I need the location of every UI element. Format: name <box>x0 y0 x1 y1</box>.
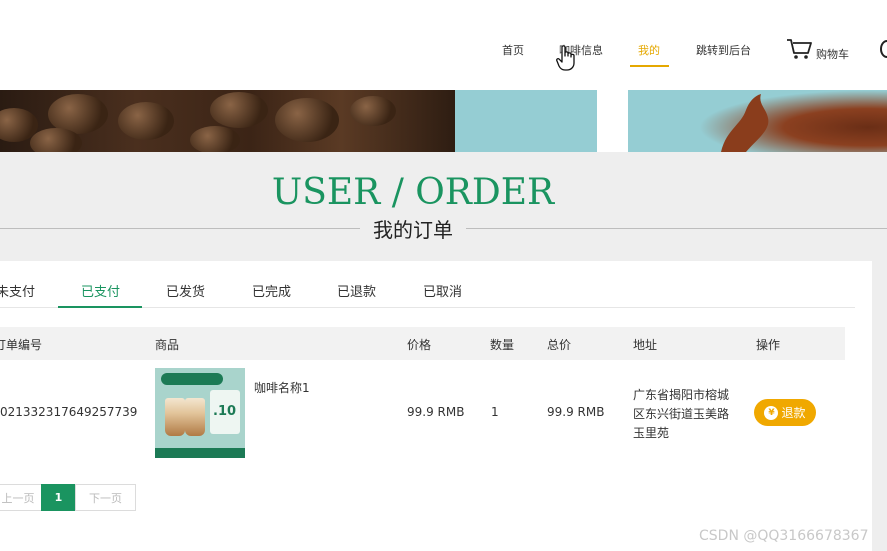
page-title-cn: 我的订单 <box>360 214 466 243</box>
nav-admin[interactable]: 跳转到后台 <box>696 42 751 58</box>
product-thumbnail[interactable]: .10 <box>155 368 245 458</box>
user-icon[interactable] <box>880 40 887 58</box>
thumbnail-badge: .10 <box>213 404 237 419</box>
top-navbar: 首页 咖啡信息 我的 跳转到后台 购物车 <box>0 0 887 90</box>
hand-cursor-icon <box>556 45 576 75</box>
watermark: CSDN @QQ3166678367 <box>699 528 869 544</box>
refund-button[interactable]: ¥ 退款 <box>754 399 816 426</box>
banner-teal-panel <box>455 90 597 152</box>
col-price: 价格 <box>407 338 432 352</box>
total: 99.9 RMB <box>547 405 605 419</box>
tab-shipped[interactable]: 已发货 <box>166 281 205 300</box>
nav-mine[interactable]: 我的 <box>638 42 660 58</box>
title-divider-right <box>466 228 887 229</box>
page-root: 首页 咖啡信息 我的 跳转到后台 购物车 USER / ORDER 我的订单 未… <box>0 0 887 551</box>
coffee-beans-image <box>0 90 455 152</box>
col-total: 总价 <box>547 338 572 352</box>
title-divider-left <box>0 228 360 229</box>
next-page-button[interactable]: 下一页 <box>75 484 136 511</box>
cart-icon <box>786 38 812 64</box>
chocolate-splash-image <box>628 90 887 152</box>
cart-label: 购物车 <box>816 48 849 61</box>
col-quantity: 数量 <box>490 338 515 352</box>
table-header: 订单编号 商品 价格 数量 总价 地址 操作 <box>0 327 845 360</box>
address: 广东省揭阳市榕城区东兴街道玉美路玉里苑 <box>633 388 730 440</box>
page-title-en: USER / ORDER <box>271 172 555 213</box>
col-address: 地址 <box>633 338 658 352</box>
refund-label: 退款 <box>781 406 806 420</box>
nav-home[interactable]: 首页 <box>502 42 524 58</box>
hero-banner <box>0 90 887 152</box>
tab-refunded[interactable]: 已退款 <box>337 281 376 300</box>
price: 99.9 RMB <box>407 405 465 419</box>
col-action: 操作 <box>756 338 781 352</box>
yen-icon: ¥ <box>764 405 779 420</box>
prev-page-button[interactable]: 上一页 <box>0 484 42 511</box>
col-order-no: 订单编号 <box>0 338 43 352</box>
tab-paid[interactable]: 已支付 <box>81 281 120 300</box>
tab-completed[interactable]: 已完成 <box>252 281 291 300</box>
col-product: 商品 <box>155 338 180 352</box>
page-1-button[interactable]: 1 <box>41 484 76 511</box>
quantity: 1 <box>491 405 499 419</box>
tab-unpaid[interactable]: 未支付 <box>0 281 35 300</box>
product-name[interactable]: 咖啡名称1 <box>254 379 310 396</box>
tab-cancelled[interactable]: 已取消 <box>423 281 462 300</box>
nav-active-underline <box>630 65 669 67</box>
order-number: 021332317649257739 <box>0 405 138 419</box>
cart-button[interactable]: 购物车 <box>786 38 849 64</box>
active-tab-underline <box>58 306 142 308</box>
